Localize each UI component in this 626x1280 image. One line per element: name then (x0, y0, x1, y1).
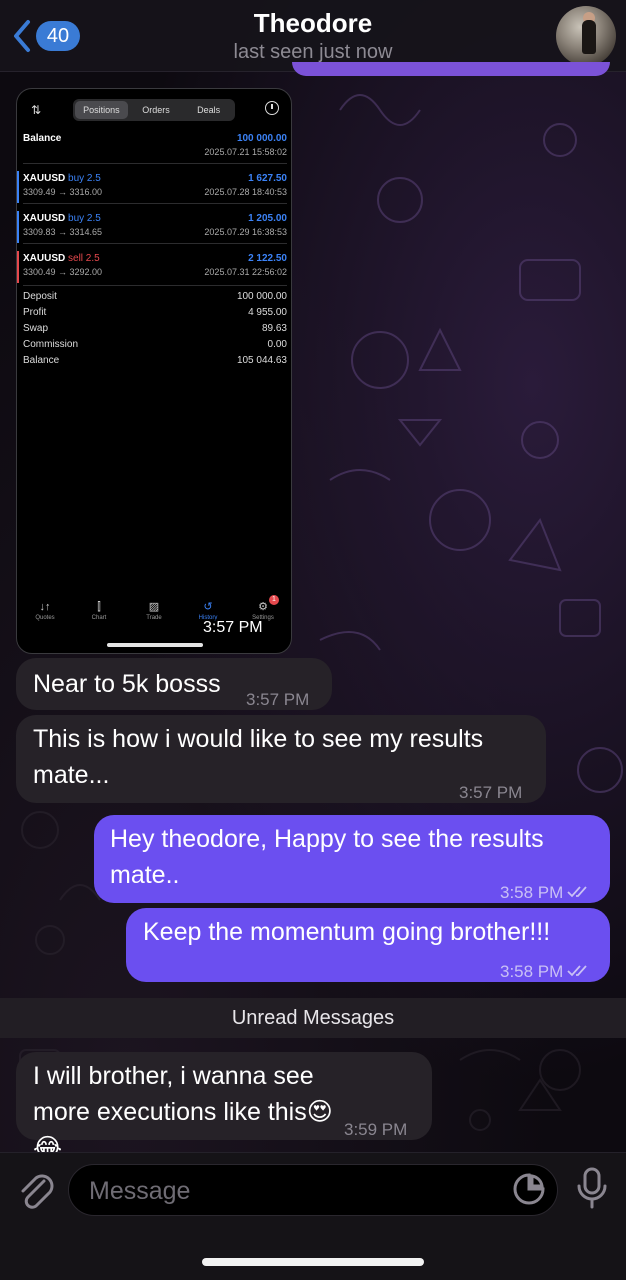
mt-tab-positions: Positions (75, 101, 128, 119)
position-side-bar (17, 211, 19, 243)
clock-icon (265, 101, 279, 115)
position-symbol: XAUUSD buy 2.5 (23, 213, 101, 224)
message-text: Near to 5k bosss (33, 670, 221, 698)
message-time: 3:57 PM (201, 619, 265, 637)
message-time: 3:57 PM (459, 783, 523, 802)
outgoing-message[interactable]: Keep the momentum going brother!!! 3:58 … (126, 908, 610, 982)
outgoing-message[interactable]: Hey theodore, Happy to see the results m… (94, 815, 610, 903)
mt-tab-history: ↺ History (186, 599, 230, 621)
summary-row: Swap 89.63 (23, 323, 287, 334)
incoming-message[interactable]: This is how i would like to see my resul… (16, 715, 546, 803)
message-time-status: 3:58 PM (500, 954, 593, 990)
paperclip-icon[interactable] (14, 1169, 58, 1213)
message-text: Keep the momentum going brother!!! (143, 918, 551, 946)
chevron-left-icon (14, 20, 30, 52)
mt-tab-quotes: ↓↑ Quotes (23, 599, 67, 621)
quotes-icon: ↓↑ (39, 601, 51, 613)
candles-icon: ⫿ (97, 601, 101, 613)
mt-tab-deals: Deals (197, 105, 221, 115)
home-indicator (107, 643, 203, 647)
position-profit: 1 205.00 (248, 213, 287, 224)
image-message-trading-screenshot[interactable]: ⇅ Positions Orders Deals Balance 100 000… (16, 88, 292, 654)
microphone-icon[interactable] (574, 1166, 610, 1210)
mt-segment-control: Positions Orders Deals (73, 99, 235, 121)
position-prices: 3300.49 → 3292.00 (23, 267, 103, 277)
position-symbol: XAUUSD buy 2.5 (23, 173, 101, 184)
summary-row: Profit 4 955.00 (23, 307, 287, 318)
history-icon: ↺ (203, 601, 213, 613)
message-time-status: 3:58 PM (500, 875, 593, 911)
double-check-icon (567, 886, 587, 898)
previous-outgoing-bubble-edge (292, 62, 610, 76)
unread-count-badge: 40 (36, 21, 80, 51)
position-profit: 1 627.50 (248, 173, 287, 184)
position-time: 2025.07.31 22:56:02 (204, 267, 287, 277)
position-time: 2025.07.29 16:38:53 (204, 227, 287, 237)
position-profit: 2 122.50 (248, 253, 287, 264)
system-home-indicator (202, 1258, 424, 1266)
divider (23, 203, 287, 204)
message-time: 3:57 PM (246, 690, 310, 709)
incoming-message[interactable]: Near to 5k bosss 3:57 PM (16, 658, 332, 710)
contact-avatar[interactable] (556, 6, 616, 66)
position-side-bar (17, 251, 19, 283)
message-field[interactable] (68, 1164, 558, 1216)
notification-badge: 1 (269, 595, 279, 605)
divider (23, 243, 287, 244)
mt-balance-value: 100 000.00 (236, 133, 287, 144)
unread-messages-divider: Unread Messages (0, 998, 626, 1038)
sticker-icon[interactable] (512, 1172, 546, 1206)
divider (23, 163, 287, 164)
sort-icon: ⇅ (31, 103, 42, 117)
chat-title: Theodore (253, 8, 373, 38)
mt-balance-time: 2025.07.21 15:58:02 (204, 147, 287, 157)
incoming-message[interactable]: I will brother, i wanna see more executi… (16, 1052, 432, 1162)
avatar-figure (582, 20, 596, 54)
message-text: I will brother, i wanna see more executi… (33, 1062, 333, 1162)
mt-tab-settings: ⚙ Settings 1 (241, 595, 285, 621)
chat-title-area[interactable]: Theodore last seen just now (150, 6, 476, 64)
mt-tab-trade: ▨ Trade (132, 599, 176, 621)
position-side-bar (17, 171, 19, 203)
position-prices: 3309.83 → 3314.65 (23, 227, 103, 237)
summary-row: Deposit 100 000.00 (23, 291, 287, 302)
mt-tab-orders: Orders (142, 105, 170, 115)
position-symbol: XAUUSD sell 2.5 (23, 253, 100, 264)
position-time: 2025.07.28 18:40:53 (204, 187, 287, 197)
divider (23, 285, 287, 286)
mt-tab-chart: ⫿ Chart (77, 599, 121, 621)
mt-toolbar: ⇅ Positions Orders Deals (17, 97, 291, 125)
back-button[interactable]: 40 (10, 16, 90, 56)
summary-row: Commission 0.00 (23, 339, 287, 350)
mt-balance-label: Balance (23, 133, 62, 144)
message-input[interactable] (89, 1173, 489, 1209)
trade-chart-icon: ▨ (148, 601, 160, 613)
position-prices: 3309.49 → 3316.00 (23, 187, 103, 197)
message-text: This is how i would like to see my resul… (33, 725, 484, 789)
double-check-icon (567, 965, 587, 977)
summary-row: Balance 105 044.63 (23, 355, 287, 366)
message-time: 3:59 PM (344, 1120, 408, 1139)
last-seen-status: last seen just now (233, 41, 393, 63)
